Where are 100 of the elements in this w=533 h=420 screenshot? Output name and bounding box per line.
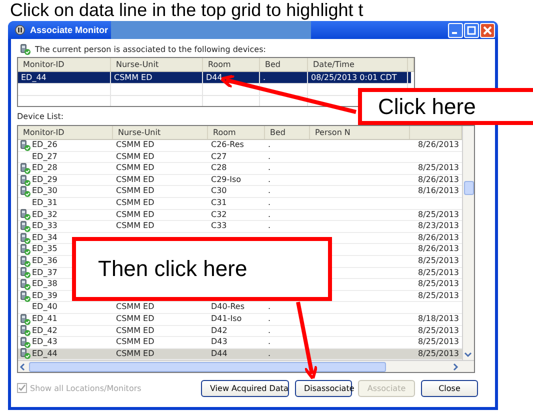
table-cell: ED_39	[32, 290, 58, 302]
column-header[interactable]: Room	[208, 126, 265, 139]
device-list-label: Device List:	[17, 112, 64, 122]
table-cell: .	[265, 210, 310, 222]
scroll-right-icon	[451, 362, 460, 372]
table-cell: CSMM ED	[111, 72, 203, 83]
table-cell: 8/25/2013	[418, 326, 462, 338]
column-header[interactable]: Date/Time	[308, 58, 408, 71]
table-cell: .	[265, 198, 310, 210]
table-cell: 8/25/2013	[418, 268, 462, 280]
column-header[interactable]: Monitor-ID	[18, 58, 111, 71]
callout-box: Then click here	[72, 237, 332, 301]
table-row[interactable]: ED_31 CSMM ED C31 .	[18, 198, 462, 210]
table-row[interactable]: ED_44 CSMM ED D44 . 8/25/2013	[18, 348, 462, 360]
column-header[interactable]: Bed	[265, 126, 310, 139]
table-row[interactable]: ED_41 CSMM ED D41-Iso . 8/18/2013	[18, 314, 462, 326]
table-cell: C27	[208, 152, 265, 164]
table-cell: C33	[208, 221, 265, 233]
table-cell: .	[265, 152, 310, 164]
table-row[interactable]: ED_26 CSMM ED C26-Res . 8/26/2013	[18, 140, 462, 152]
table-cell: .	[265, 221, 310, 233]
table-row[interactable]: ED_42 CSMM ED D42 . 8/25/2013	[18, 326, 462, 338]
horizontal-scrollbar[interactable]	[18, 360, 474, 372]
vertical-scrollbar[interactable]	[462, 126, 474, 360]
table-cell: D42	[208, 326, 265, 338]
table-cell: CSMM ED	[113, 198, 208, 210]
table-row[interactable]: ED_29 CSMM ED C29-Iso . 8/26/2013	[18, 174, 462, 186]
table-cell: C29-Iso	[208, 174, 265, 186]
table-cell: 8/25/2013	[418, 279, 462, 291]
table-cell: .	[265, 314, 310, 326]
table-cell: 8/18/2013	[418, 314, 462, 326]
column-header[interactable]: Room	[203, 58, 260, 71]
table-row[interactable]: ED_40 CSMM ED D40-Res .	[18, 302, 462, 314]
table-cell: .	[260, 72, 308, 83]
dialog-button[interactable]: Close	[421, 380, 478, 397]
table-cell: 8/25/2013	[418, 256, 462, 268]
table-cell: 8/25/2013	[418, 210, 462, 222]
table-cell: ED_35	[32, 244, 58, 255]
table-cell: 8/26/2013	[418, 244, 462, 256]
table-cell: ED_44	[18, 72, 111, 83]
table-cell: CSMM ED	[113, 326, 208, 338]
column-header[interactable]: Monitor-ID	[18, 126, 113, 139]
table-cell: .	[265, 140, 310, 152]
table-cell: ED_43	[32, 337, 58, 348]
table-cell: C30	[208, 186, 265, 198]
column-header[interactable]: Nurse-Unit	[113, 126, 208, 139]
table-cell: 8/26/2013	[418, 232, 462, 244]
table-cell: C28	[208, 163, 265, 175]
table-cell: ED_41	[32, 314, 58, 324]
table-cell: CSMM ED	[113, 221, 208, 233]
table-cell: D40-Res	[208, 302, 265, 314]
table-cell: CSMM ED	[113, 314, 208, 326]
table-cell: ED_44	[32, 348, 58, 360]
table-cell: .	[265, 186, 310, 198]
table-cell: CSMM ED	[113, 163, 208, 175]
table-cell: D41-Iso	[208, 314, 265, 326]
table-cell: ED_30	[32, 186, 58, 197]
table-cell: 8/25/2013	[418, 337, 462, 349]
column-header[interactable]: Person N	[310, 126, 410, 139]
dialog-button[interactable]: View Acquired Data	[201, 380, 289, 397]
table-cell: ED_29	[32, 174, 58, 186]
table-cell: ED_40	[32, 302, 58, 313]
table-cell: D44	[203, 72, 260, 83]
table-cell: CSMM ED	[113, 302, 208, 314]
close-icon[interactable]	[481, 24, 494, 36]
table-row[interactable]: ED_32 CSMM ED C32 . 8/25/2013	[18, 210, 462, 222]
table-cell: C26-Res	[208, 140, 265, 152]
table-cell: ED_36	[32, 256, 58, 267]
table-cell: ED_33	[32, 221, 58, 232]
scroll-down-icon	[463, 350, 473, 360]
table-cell: ED_31	[32, 198, 58, 209]
table-cell: CSMM ED	[113, 348, 208, 360]
table-row[interactable]: ED_44 CSMM ED D44 . 08/25/2013 0:01 CDT	[18, 72, 411, 84]
table-cell: ED_28	[32, 163, 58, 174]
table-row[interactable]: ED_33 CSMM ED C33 . 8/23/2013	[18, 221, 462, 233]
maximize-icon[interactable]	[465, 24, 478, 36]
callout-box: Click here	[358, 88, 533, 125]
table-cell: 8/26/2013	[418, 140, 462, 152]
table-cell: .	[265, 326, 310, 338]
table-row[interactable]: ED_30 CSMM ED C30 . 8/16/2013	[18, 186, 462, 198]
column-header[interactable]: Nurse-Unit	[111, 58, 203, 71]
table-cell: CSMM ED	[113, 174, 208, 186]
table-cell: ED_38	[32, 279, 58, 290]
scroll-thumb[interactable]	[464, 181, 474, 195]
table-cell: 8/23/2013	[418, 221, 462, 233]
table-cell: 08/25/2013 0:01 CDT	[308, 72, 408, 83]
table-cell: ED_42	[32, 326, 58, 336]
table-cell: ED_37	[32, 268, 58, 278]
table-row[interactable]: ED_28 CSMM ED C28 . 8/25/2013	[18, 163, 462, 175]
table-cell: C31	[208, 198, 265, 210]
table-cell: ED_34	[32, 232, 58, 244]
table-row[interactable]: ED_27 CSMM ED C27 .	[18, 152, 462, 164]
window-title: Associate Monitor	[30, 25, 108, 35]
instruction-heading: Click on data line in the top grid to highlight t	[9, 0, 364, 21]
table-cell: 8/25/2013	[418, 290, 462, 302]
table-cell: 8/25/2013	[418, 163, 462, 175]
scroll-thumb[interactable]	[29, 362, 386, 372]
column-header[interactable]: Bed	[260, 58, 308, 71]
checkbox-label: Show all Locations/Monitors	[30, 384, 142, 393]
app-icon	[14, 24, 26, 36]
